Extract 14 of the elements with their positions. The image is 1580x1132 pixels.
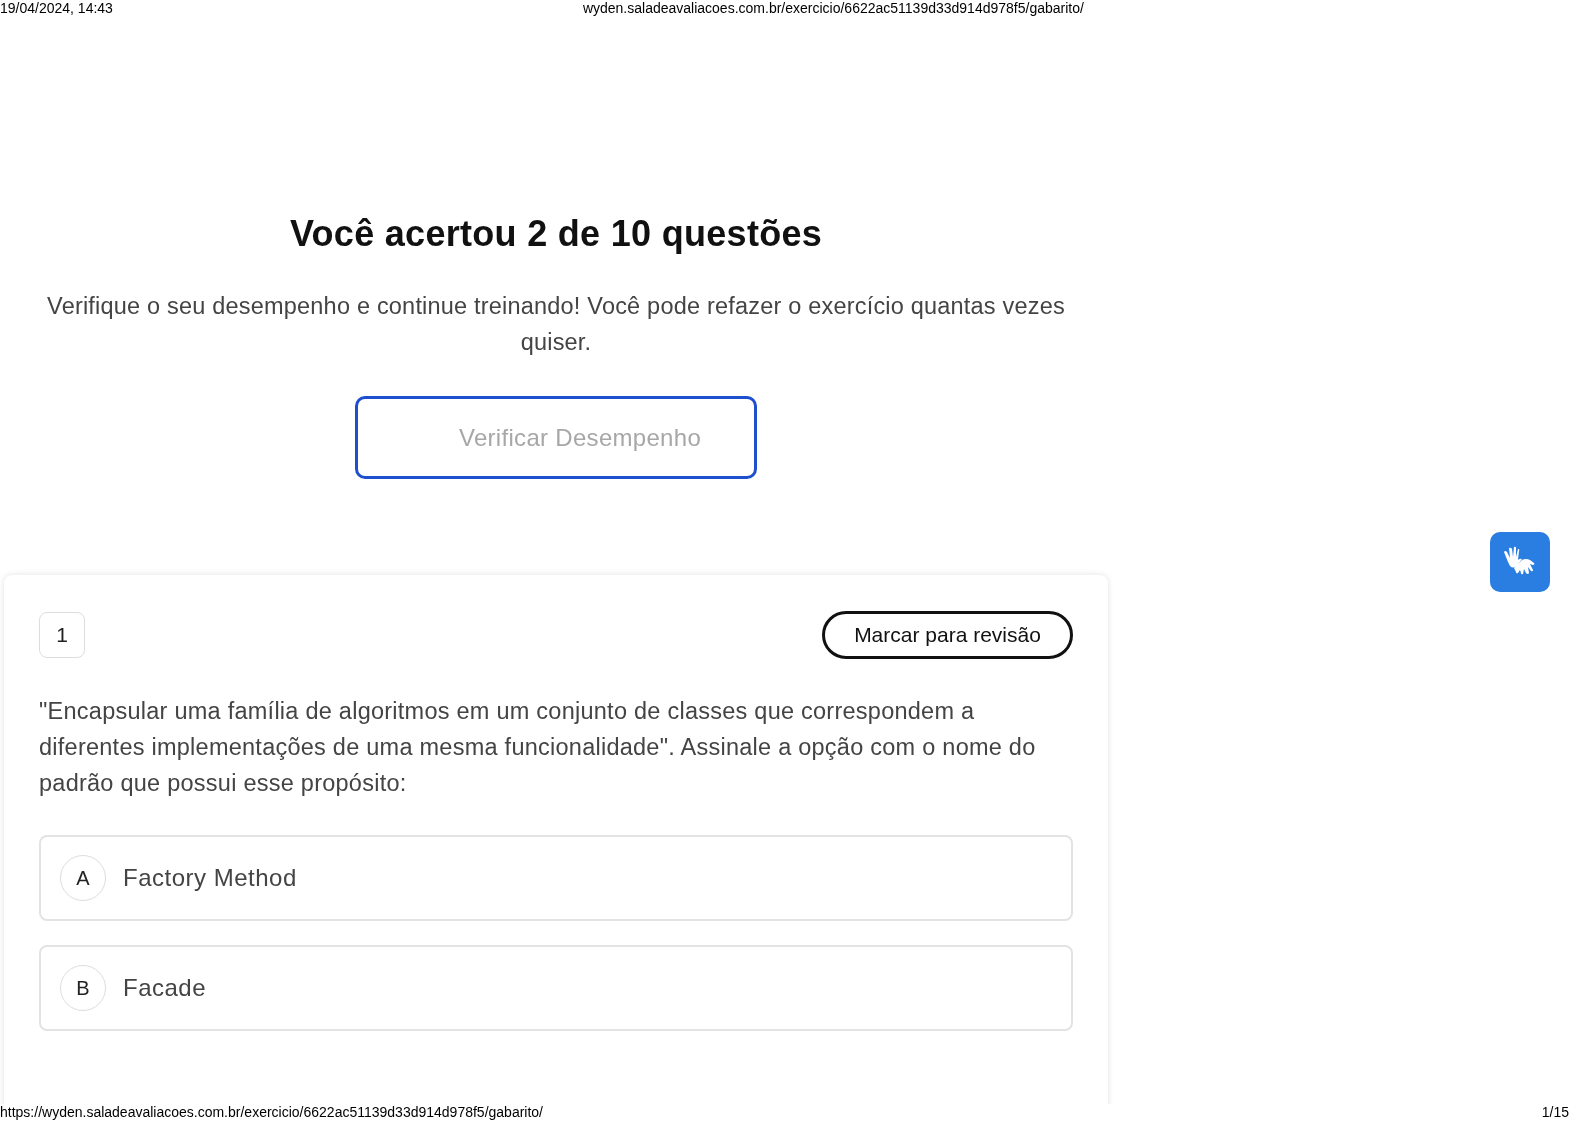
question-number: 1 [39, 612, 85, 658]
sign-language-button[interactable] [1490, 532, 1550, 592]
answer-option[interactable]: B Facade [39, 945, 1073, 1031]
option-text: Factory Method [123, 864, 297, 892]
page-number: 1/15 [1541, 1104, 1569, 1122]
print-url: https://wyden.saladeavaliacoes.com.br/exercicio/6622ac51139d33d914d978f5/gabarito/ [0, 1104, 543, 1122]
result-subtitle: Verifique o seu desempenho e continue treinando! Você pode refazer o exercício quantas vezes quiser. [46, 292, 1066, 357]
print-url: wyden.saladeavaliacoes.com.br/exercicio/6622ac51139d33d914d978f5/gabarito/ [582, 0, 1084, 18]
mark-for-review-button[interactable]: Marcar para revisão [822, 611, 1073, 659]
question-text: "Encapsular uma família de algoritmos em um conjunto de classes que correspondem a diferentes implementações de uma mesma funcionalidade". Assinale a opção com o nome do padrão que possui esse propósito: [39, 697, 1037, 798]
answer-option[interactable]: A Factory Method [39, 835, 1073, 921]
option-text: Facade [123, 974, 207, 1002]
result-title: Você acertou 2 de 10 questões [289, 212, 823, 256]
print-date: 19/04/2024, 14:43 [0, 0, 113, 18]
